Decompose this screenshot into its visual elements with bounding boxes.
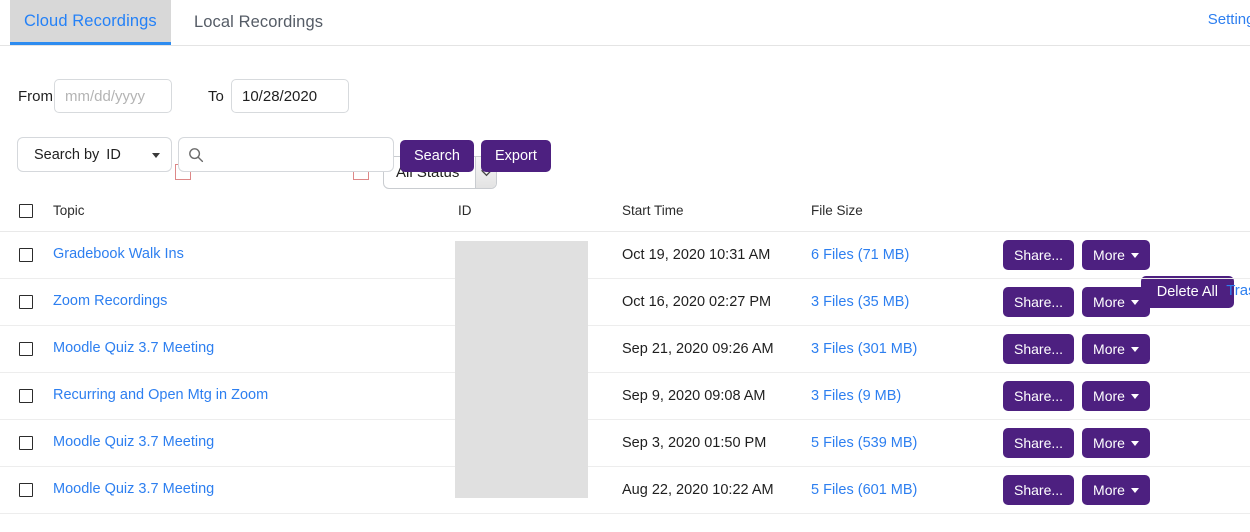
column-header-file-size[interactable]: File Size xyxy=(811,203,863,218)
recording-start-time: Sep 9, 2020 09:08 AM xyxy=(622,388,766,404)
cloud-recordings-page: Cloud Recordings Local Recordings Settin… xyxy=(0,0,1250,532)
recording-file-size-link[interactable]: 6 Files (71 MB) xyxy=(811,247,909,263)
more-button-label: More xyxy=(1093,482,1125,498)
select-all-checkbox[interactable] xyxy=(19,204,33,218)
search-input-wrapper xyxy=(178,137,394,172)
recording-start-time: Aug 22, 2020 10:22 AM xyxy=(622,482,774,498)
row-select-checkbox[interactable] xyxy=(19,436,33,450)
more-button[interactable]: More xyxy=(1082,381,1150,411)
tab-cloud-recordings-label: Cloud Recordings xyxy=(24,11,157,30)
row-select-checkbox[interactable] xyxy=(19,248,33,262)
more-button-label: More xyxy=(1093,247,1125,263)
table-row: Moodle Quiz 3.7 Meeting Sep 21, 2020 09:2… xyxy=(0,326,1250,373)
chevron-down-icon-more xyxy=(1130,487,1139,493)
more-button-label: More xyxy=(1093,294,1125,310)
recording-start-time: Sep 21, 2020 09:26 AM xyxy=(622,341,774,357)
column-header-start-time[interactable]: Start Time xyxy=(622,203,684,218)
recording-start-time: Oct 19, 2020 10:31 AM xyxy=(622,247,771,263)
share-button[interactable]: Share... xyxy=(1003,334,1075,364)
search-by-value: ID xyxy=(106,146,121,163)
recording-topic-link[interactable]: Moodle Quiz 3.7 Meeting xyxy=(53,434,214,450)
to-label: To xyxy=(208,88,224,105)
tab-local-recordings[interactable]: Local Recordings xyxy=(180,0,337,45)
column-header-topic[interactable]: Topic xyxy=(53,203,85,218)
more-button[interactable]: More xyxy=(1082,475,1150,505)
share-button[interactable]: Share... xyxy=(1003,381,1075,411)
recording-file-size-link[interactable]: 3 Files (9 MB) xyxy=(811,388,901,404)
row-actions: Share... More xyxy=(1003,334,1150,364)
recording-topic-link[interactable]: Zoom Recordings xyxy=(53,293,167,309)
row-actions: Share... More xyxy=(1003,240,1150,270)
chevron-down-icon-more xyxy=(1130,393,1139,399)
recording-file-size-link[interactable]: 5 Files (539 MB) xyxy=(811,435,917,451)
share-button[interactable]: Share... xyxy=(1003,287,1075,317)
recording-file-size-link[interactable]: 5 Files (601 MB) xyxy=(811,482,917,498)
column-header-id[interactable]: ID xyxy=(458,203,472,218)
chevron-down-icon-more xyxy=(1130,299,1139,305)
table-row: Zoom Recordings Oct 16, 2020 02:27 PM 3 Fi… xyxy=(0,279,1250,326)
row-select-checkbox[interactable] xyxy=(19,483,33,497)
tab-cloud-recordings[interactable]: Cloud Recordings xyxy=(10,0,171,45)
more-button[interactable]: More xyxy=(1082,334,1150,364)
more-button[interactable]: More xyxy=(1082,240,1150,270)
chevron-down-icon-more xyxy=(1130,346,1139,352)
search-input[interactable] xyxy=(209,139,389,170)
table-row: Recurring and Open Mtg in Zoom Sep 9, 202… xyxy=(0,373,1250,420)
more-button-label: More xyxy=(1093,435,1125,451)
table-header-row: Topic ID Start Time File Size xyxy=(0,192,1250,232)
search-icon xyxy=(188,147,204,163)
row-select-checkbox[interactable] xyxy=(19,389,33,403)
tab-bar: Cloud Recordings Local Recordings Settin… xyxy=(0,0,1250,46)
chevron-down-icon-more xyxy=(1130,252,1139,258)
chevron-down-icon-more xyxy=(1130,440,1139,446)
row-select-checkbox[interactable] xyxy=(19,295,33,309)
recording-start-time: Oct 16, 2020 02:27 PM xyxy=(622,294,772,310)
table-row: Moodle Quiz 3.7 Meeting Aug 22, 2020 10:2… xyxy=(0,467,1250,514)
recording-file-size-link[interactable]: 3 Files (35 MB) xyxy=(811,294,909,310)
recording-topic-link[interactable]: Gradebook Walk Ins xyxy=(53,246,184,262)
row-select-checkbox[interactable] xyxy=(19,342,33,356)
from-label: From xyxy=(18,88,53,105)
row-actions: Share... More xyxy=(1003,475,1150,505)
tab-local-recordings-label: Local Recordings xyxy=(194,13,324,31)
search-button[interactable]: Search xyxy=(400,140,474,172)
recording-file-size-link[interactable]: 3 Files (301 MB) xyxy=(811,341,917,357)
share-button[interactable]: Share... xyxy=(1003,240,1075,270)
id-column-redaction-block xyxy=(455,241,588,498)
row-actions: Share... More xyxy=(1003,381,1150,411)
more-button-label: More xyxy=(1093,388,1125,404)
share-button[interactable]: Share... xyxy=(1003,428,1075,458)
search-by-label: Search by xyxy=(34,146,100,163)
recordings-table: Topic ID Start Time File Size Gradebook … xyxy=(0,192,1250,514)
more-button[interactable]: More xyxy=(1082,428,1150,458)
recording-topic-link[interactable]: Moodle Quiz 3.7 Meeting xyxy=(53,481,214,497)
recording-topic-link[interactable]: Moodle Quiz 3.7 Meeting xyxy=(53,340,214,356)
more-button-label: More xyxy=(1093,341,1125,357)
to-date-input[interactable] xyxy=(231,79,349,113)
filter-bar: From To All Status xyxy=(0,76,1250,189)
recording-start-time: Sep 3, 2020 01:50 PM xyxy=(622,435,767,451)
recording-topic-link[interactable]: Recurring and Open Mtg in Zoom xyxy=(53,387,268,403)
search-by-dropdown[interactable]: Search by ID xyxy=(17,137,172,172)
export-button[interactable]: Export xyxy=(481,140,551,172)
table-row: Gradebook Walk Ins Oct 19, 2020 10:31 AM 6… xyxy=(0,232,1250,279)
more-button[interactable]: More xyxy=(1082,287,1150,317)
search-bar: Search by ID Search Export Delete All Tr… xyxy=(0,137,1250,308)
chevron-down-icon-search-by xyxy=(152,153,160,158)
table-row: Moodle Quiz 3.7 Meeting Sep 3, 2020 01:50… xyxy=(0,420,1250,467)
row-actions: Share... More xyxy=(1003,428,1150,458)
share-button[interactable]: Share... xyxy=(1003,475,1075,505)
row-actions: Share... More xyxy=(1003,287,1150,317)
from-date-input[interactable] xyxy=(54,79,172,113)
settings-link[interactable]: Settings xyxy=(1208,11,1250,28)
table-body: Gradebook Walk Ins Oct 19, 2020 10:31 AM 6… xyxy=(0,232,1250,514)
